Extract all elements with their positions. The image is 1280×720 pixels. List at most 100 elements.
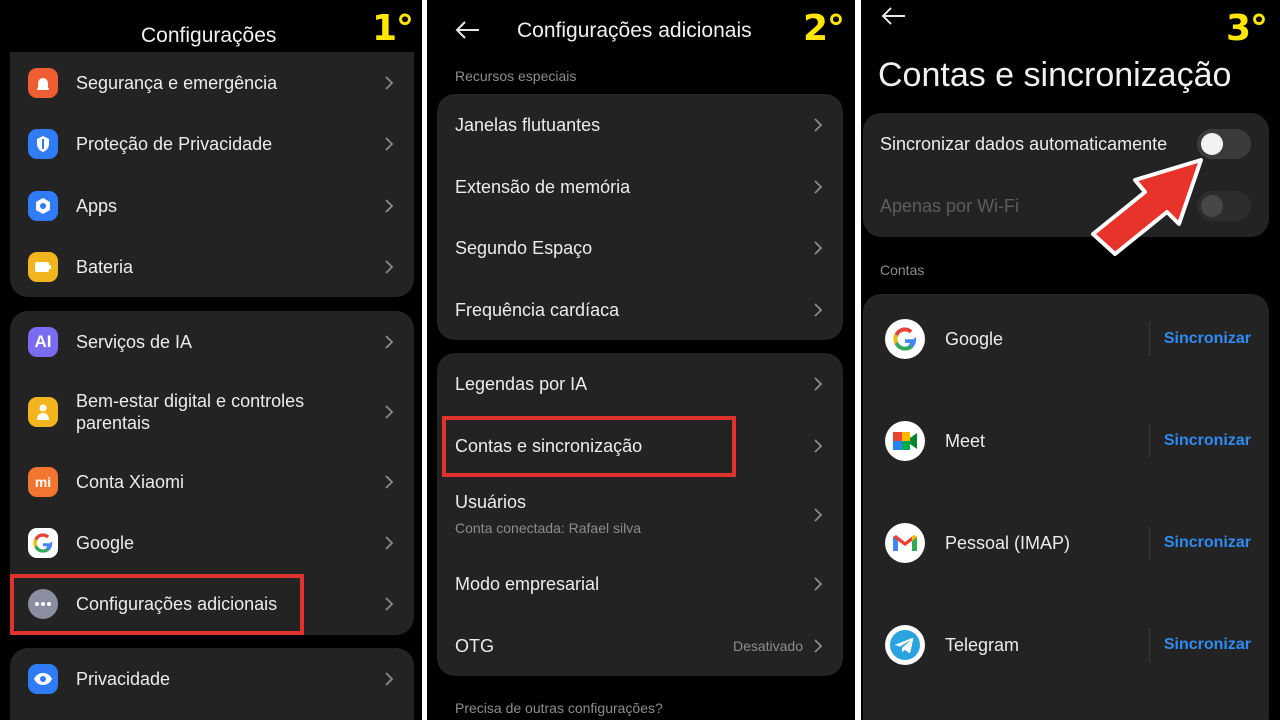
chevron-right-icon [811,639,825,653]
shield-icon [28,129,58,159]
settings-item-security[interactable]: Segurança e emergência [10,52,414,114]
page-title: Contas e sincronização [878,56,1232,94]
settings-item-label: Bateria [76,257,134,277]
settings-item-label: Google [76,533,135,553]
telegram-icon [885,625,925,665]
settings-item-label: Serviços de IA [76,332,193,352]
account-row-meet[interactable]: Meet Sincronizar [863,410,1269,472]
chevron-right-icon [811,439,825,453]
settings-item-heart-rate[interactable]: Frequência cardíaca [437,279,843,341]
users-label: Usuários [455,492,527,512]
chevron-right-icon [382,335,396,349]
footer-text: Precisa de outras configurações? [455,700,663,716]
settings-item-privacy[interactable]: Privacidade [10,648,414,710]
emergency-icon [28,68,58,98]
settings-item-xiaomi-account[interactable]: mi Conta Xiaomi [10,451,414,513]
settings-item-second-space[interactable]: Segundo Espaço [437,217,843,279]
page-title: Configurações adicionais [517,19,752,42]
accounts-section-label: Contas [880,262,925,278]
account-row-telegram[interactable]: Telegram Sincronizar [863,614,1269,676]
chevron-right-icon [811,577,825,591]
settings-item-google[interactable]: Google [10,512,414,574]
back-arrow-icon[interactable] [881,6,907,26]
accounts-card: Google Sincronizar Meet Sincronizar Pess… [863,294,1269,720]
settings-item-privacy-protection[interactable]: Proteção de Privacidade [10,113,414,175]
settings-item-ai-services[interactable]: AI Serviços de IA [10,311,414,373]
highlight-box [10,574,304,635]
chevron-right-icon [811,180,825,194]
status-text: Desativado [732,638,803,654]
divider [1149,526,1150,560]
settings-item-memory-extension[interactable]: Extensão de memória [437,156,843,218]
google-icon [885,319,925,359]
account-name: Meet [945,430,986,451]
apps-icon [28,191,58,221]
connected-account-text: Conta conectada: Rafael silva [455,520,641,536]
settings-item-label: Bem-estar digital e controles parentais [76,391,305,433]
settings-item-label: Segundo Espaço [455,238,593,258]
eye-icon [28,664,58,694]
settings-item-label: Usuários Conta conectada: Rafael silva [455,491,641,539]
settings-item-label: Conta Xiaomi [76,472,185,492]
step-number: 1° [372,8,414,49]
settings-item-label: Legendas por IA [455,374,588,394]
section-label: Recursos especiais [455,68,577,84]
step-number: 2° [803,8,845,49]
step-number: 3° [1226,8,1268,49]
account-row-imap[interactable]: Pessoal (IMAP) Sincronizar [863,512,1269,574]
chevron-right-icon [382,597,396,611]
settings-item-enterprise-mode[interactable]: Modo empresarial [437,553,843,615]
settings-item-digital-wellbeing[interactable]: Bem-estar digital e controles parentais [10,373,414,451]
chevron-right-icon [382,76,396,90]
divider [1149,322,1150,356]
sync-button[interactable]: Sincronizar [1164,636,1251,654]
accounts-sync-panel: 3° Contas e sincronização Sincronizar da… [861,0,1280,720]
settings-item-label: Apps [76,196,118,216]
settings-item-otg[interactable]: OTG Desativado [437,615,843,677]
account-name: Telegram [945,634,1020,655]
sync-button[interactable]: Sincronizar [1164,432,1251,450]
page-title: Configurações [141,24,277,47]
sync-button[interactable]: Sincronizar [1164,330,1251,348]
arrow-pointer-icon [1091,158,1203,256]
account-name: Pessoal (IMAP) [945,532,1071,553]
meet-icon [885,421,925,461]
settings-card: Janelas flutuantes Extensão de memória S… [437,94,843,340]
settings-item-label: Frequência cardíaca [455,300,620,320]
divider [1149,424,1150,458]
xiaomi-icon: mi [28,467,58,497]
battery-icon [28,252,58,282]
wifi-only-label: Apenas por Wi-Fi [880,195,1020,216]
settings-item-users[interactable]: Usuários Conta conectada: Rafael silva [437,483,843,547]
back-arrow-icon[interactable] [455,20,481,40]
chevron-right-icon [811,118,825,132]
additional-settings-panel: Configurações adicionais 2° Recursos esp… [427,0,855,720]
settings-item-label: Proteção de Privacidade [76,134,273,154]
settings-card: Segurança e emergência Proteção de Priva… [10,52,414,297]
chevron-right-icon [382,199,396,213]
chevron-right-icon [382,475,396,489]
settings-item-floating-windows[interactable]: Janelas flutuantes [437,94,843,156]
settings-item-label: Privacidade [76,669,171,689]
settings-item-ai-captions[interactable]: Legendas por IA [437,353,843,415]
settings-item-apps[interactable]: Apps [10,175,414,237]
settings-item-label: OTG [455,636,494,656]
ai-icon: AI [28,327,58,357]
settings-item-label: Janelas flutuantes [455,115,601,135]
google-icon [28,528,58,558]
settings-item-label: Modo empresarial [455,574,600,594]
settings-item-label: Segurança e emergência [76,73,278,93]
chevron-right-icon [382,536,396,550]
divider [1149,628,1150,662]
settings-card: Legendas por IA Contas e sincronização U… [437,353,843,676]
chevron-right-icon [382,137,396,151]
settings-panel: Configurações 1° Segurança e emergência … [0,0,422,720]
chevron-right-icon [382,405,396,419]
account-row-google[interactable]: Google Sincronizar [863,308,1269,370]
settings-card: Privacidade [10,648,414,720]
settings-item-label: Extensão de memória [455,177,631,197]
chevron-right-icon [811,303,825,317]
settings-item-battery[interactable]: Bateria [10,236,414,298]
sync-button[interactable]: Sincronizar [1164,534,1251,552]
highlight-box [442,416,736,477]
